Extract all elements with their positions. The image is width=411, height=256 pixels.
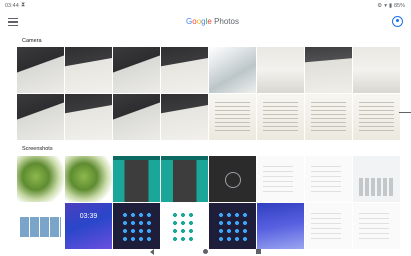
recents-icon[interactable] bbox=[256, 249, 261, 254]
photo-thumbnail[interactable] bbox=[161, 203, 208, 249]
scrollbar-thumb[interactable] bbox=[399, 112, 411, 113]
photo-thumbnail[interactable] bbox=[209, 156, 256, 202]
photo-thumbnail[interactable] bbox=[353, 156, 400, 202]
photo-thumbnail[interactable] bbox=[17, 156, 64, 202]
home-icon[interactable] bbox=[203, 249, 208, 254]
account-avatar[interactable] bbox=[392, 16, 403, 27]
photo-thumbnail[interactable] bbox=[65, 47, 112, 93]
camera-grid bbox=[17, 47, 400, 140]
wifi-icon: ▾ bbox=[384, 3, 387, 9]
photo-thumbnail[interactable] bbox=[209, 203, 256, 249]
photo-thumbnail[interactable]: 03:39 bbox=[65, 203, 112, 249]
photo-thumbnail[interactable] bbox=[113, 203, 160, 249]
photo-thumbnail[interactable] bbox=[353, 47, 400, 93]
photo-thumbnail[interactable] bbox=[257, 47, 304, 93]
system-nav-bar bbox=[0, 248, 411, 256]
menu-icon[interactable] bbox=[8, 18, 18, 26]
photo-thumbnail[interactable] bbox=[113, 94, 160, 140]
photo-thumbnail[interactable] bbox=[65, 156, 112, 202]
section-title-screenshots: Screenshots bbox=[22, 146, 53, 152]
photo-thumbnail[interactable] bbox=[17, 94, 64, 140]
photo-thumbnail[interactable] bbox=[305, 94, 352, 140]
status-bar: 03:44 ⧗ ⚙ ▾ ▮ 85% bbox=[0, 0, 411, 12]
photo-thumbnail[interactable] bbox=[113, 47, 160, 93]
photo-thumbnail[interactable] bbox=[305, 156, 352, 202]
app-bar: Google Photos bbox=[0, 12, 411, 32]
photo-thumbnail[interactable] bbox=[65, 94, 112, 140]
status-icons: ⚙ ▾ ▮ 85% bbox=[377, 3, 405, 9]
photo-thumbnail[interactable] bbox=[257, 94, 304, 140]
settings-icon: ⚙ bbox=[377, 3, 383, 9]
photo-thumbnail[interactable] bbox=[17, 203, 64, 249]
photo-thumbnail[interactable] bbox=[353, 203, 400, 249]
lockscreen-clock: 03:39 bbox=[79, 213, 98, 220]
photo-thumbnail[interactable] bbox=[209, 47, 256, 93]
photo-thumbnail[interactable] bbox=[161, 94, 208, 140]
battery-icon: ▮ bbox=[388, 3, 392, 9]
photo-thumbnail[interactable] bbox=[305, 203, 352, 249]
photo-thumbnail[interactable] bbox=[161, 47, 208, 93]
photo-thumbnail[interactable] bbox=[353, 94, 400, 140]
photo-thumbnail[interactable] bbox=[161, 156, 208, 202]
section-title-camera: Camera bbox=[22, 38, 42, 44]
hourglass-icon: ⧗ bbox=[21, 2, 26, 8]
back-icon[interactable] bbox=[150, 249, 154, 255]
battery-percent: 85% bbox=[393, 3, 405, 9]
photo-thumbnail[interactable] bbox=[113, 156, 160, 202]
photo-thumbnail[interactable] bbox=[257, 203, 304, 249]
photo-thumbnail[interactable] bbox=[209, 94, 256, 140]
photo-thumbnail[interactable] bbox=[305, 47, 352, 93]
app-logo: Google Photos bbox=[186, 17, 239, 26]
photo-thumbnail[interactable] bbox=[17, 47, 64, 93]
status-time: 03:44 bbox=[5, 3, 19, 9]
screenshots-grid: 03:39 bbox=[17, 156, 400, 249]
photo-thumbnail[interactable] bbox=[257, 156, 304, 202]
